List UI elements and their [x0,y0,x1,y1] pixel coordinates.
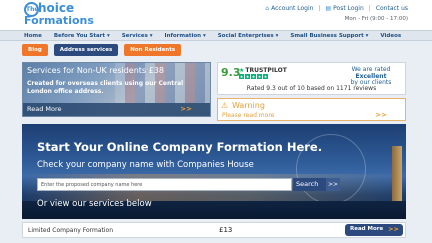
nav-item-videos[interactable]: Videos [380,33,401,39]
double-arrow-icon: >> [180,105,192,113]
main-nav: Home Before You Start ▾ Services ▾ Infor… [0,30,432,41]
opening-hours: Mon - Fri (9:00 - 17:00) [344,16,408,22]
logo[interactable]: The hoice Formations [24,2,114,28]
trustpilot-label: TRUSTPILOT [245,67,287,74]
rating-summary: Rated 9.3 out of 10 based on 1171 review… [246,85,377,92]
service-row: Limited Company Formation £13 Read More … [22,222,406,238]
blog-button[interactable]: Blog [22,44,48,56]
warning-box[interactable]: ⚠ Warning Please read more >> [217,98,406,121]
non-residents-button[interactable]: Non Residents [124,44,182,56]
rating-score: 9.3 [221,66,241,79]
hero-subtitle: Check your company name with Companies H… [37,160,254,170]
rating-stars: ★ ★ ★ ★ ★ [239,74,268,79]
nav-item-home[interactable]: Home [24,33,42,39]
nav-item-services[interactable]: Services ▾ [122,33,153,39]
warning-icon: ⚠ [221,101,229,110]
company-name-input[interactable] [37,178,292,191]
document-icon: ▤ [325,5,332,12]
double-arrow-icon: >> [375,111,387,119]
double-arrow-icon: >> [388,225,399,233]
account-login-link[interactable]: ⌂ Account Login [265,5,313,12]
non-uk-residents-promo[interactable]: Services for Non-UK residents £38 Create… [22,62,211,117]
page: The hoice Formations ⌂ Account Login | ▤… [0,0,432,243]
separator: | [368,5,371,12]
contact-us-label: Contact us [375,5,408,12]
nav-item-small-business-support[interactable]: Small Business Support ▾ [290,33,368,39]
promo-read-more-label: Read More [27,105,62,113]
search-button[interactable]: Search [293,178,326,191]
home-icon: ⌂ [265,5,270,12]
view-services-text: Or view our services below [37,199,152,209]
star-icon: ★ [239,74,244,79]
logo-formations-text: Formations [24,14,94,27]
top-links: ⌂ Account Login | ▤ Post Login | Contact… [265,5,408,12]
hero-title: Start Your Online Company Formation Here… [37,140,323,154]
read-more-button[interactable]: Read More >> [345,224,403,236]
promo-text: Created for overseas clients using our C… [27,80,184,95]
rated-excellent-text: We are rated Excellent by our clients [341,66,401,87]
service-name: Limited Company Formation [28,227,114,234]
contact-us-link[interactable]: Contact us [376,5,408,12]
star-icon: ★ [263,74,268,79]
nav-item-before-you-start[interactable]: Before You Start ▾ [54,33,110,39]
promo-read-more-bar[interactable]: Read More >> [23,103,210,116]
star-icon: ★ [257,74,262,79]
separator: | [318,5,321,12]
address-services-button[interactable]: Address services [53,44,119,56]
service-price: £13 [219,226,233,234]
read-more-label: Read More [350,226,384,232]
promo-title: Services for Non-UK residents £38 [27,66,164,75]
trustpilot-logo: ★ TRUSTPILOT [239,67,287,74]
post-login-label: Post Login [333,5,364,12]
post-login-link[interactable]: ▤ Post Login [325,5,363,12]
hero-banner: Start Your Online Company Formation Here… [22,124,406,219]
nav-item-social-enterprises[interactable]: Social Enterprises ▾ [218,33,279,39]
search-arrow-button[interactable]: >> [326,178,340,191]
account-login-label: Account Login [271,5,314,12]
nav-item-information[interactable]: Information ▾ [165,33,206,39]
warning-title: Warning [232,101,265,110]
trustpilot-rating-box[interactable]: 9.3 ★ TRUSTPILOT ★ ★ ★ ★ ★ We are rated … [217,62,406,95]
warning-read-more[interactable]: Please read more [222,112,274,119]
site-header: The hoice Formations ⌂ Account Login | ▤… [0,0,432,30]
star-icon: ★ [245,74,250,79]
quick-links: Blog Address services Non Residents [22,44,182,56]
star-icon: ★ [251,74,256,79]
trustpilot-star-icon: ★ [239,67,245,74]
